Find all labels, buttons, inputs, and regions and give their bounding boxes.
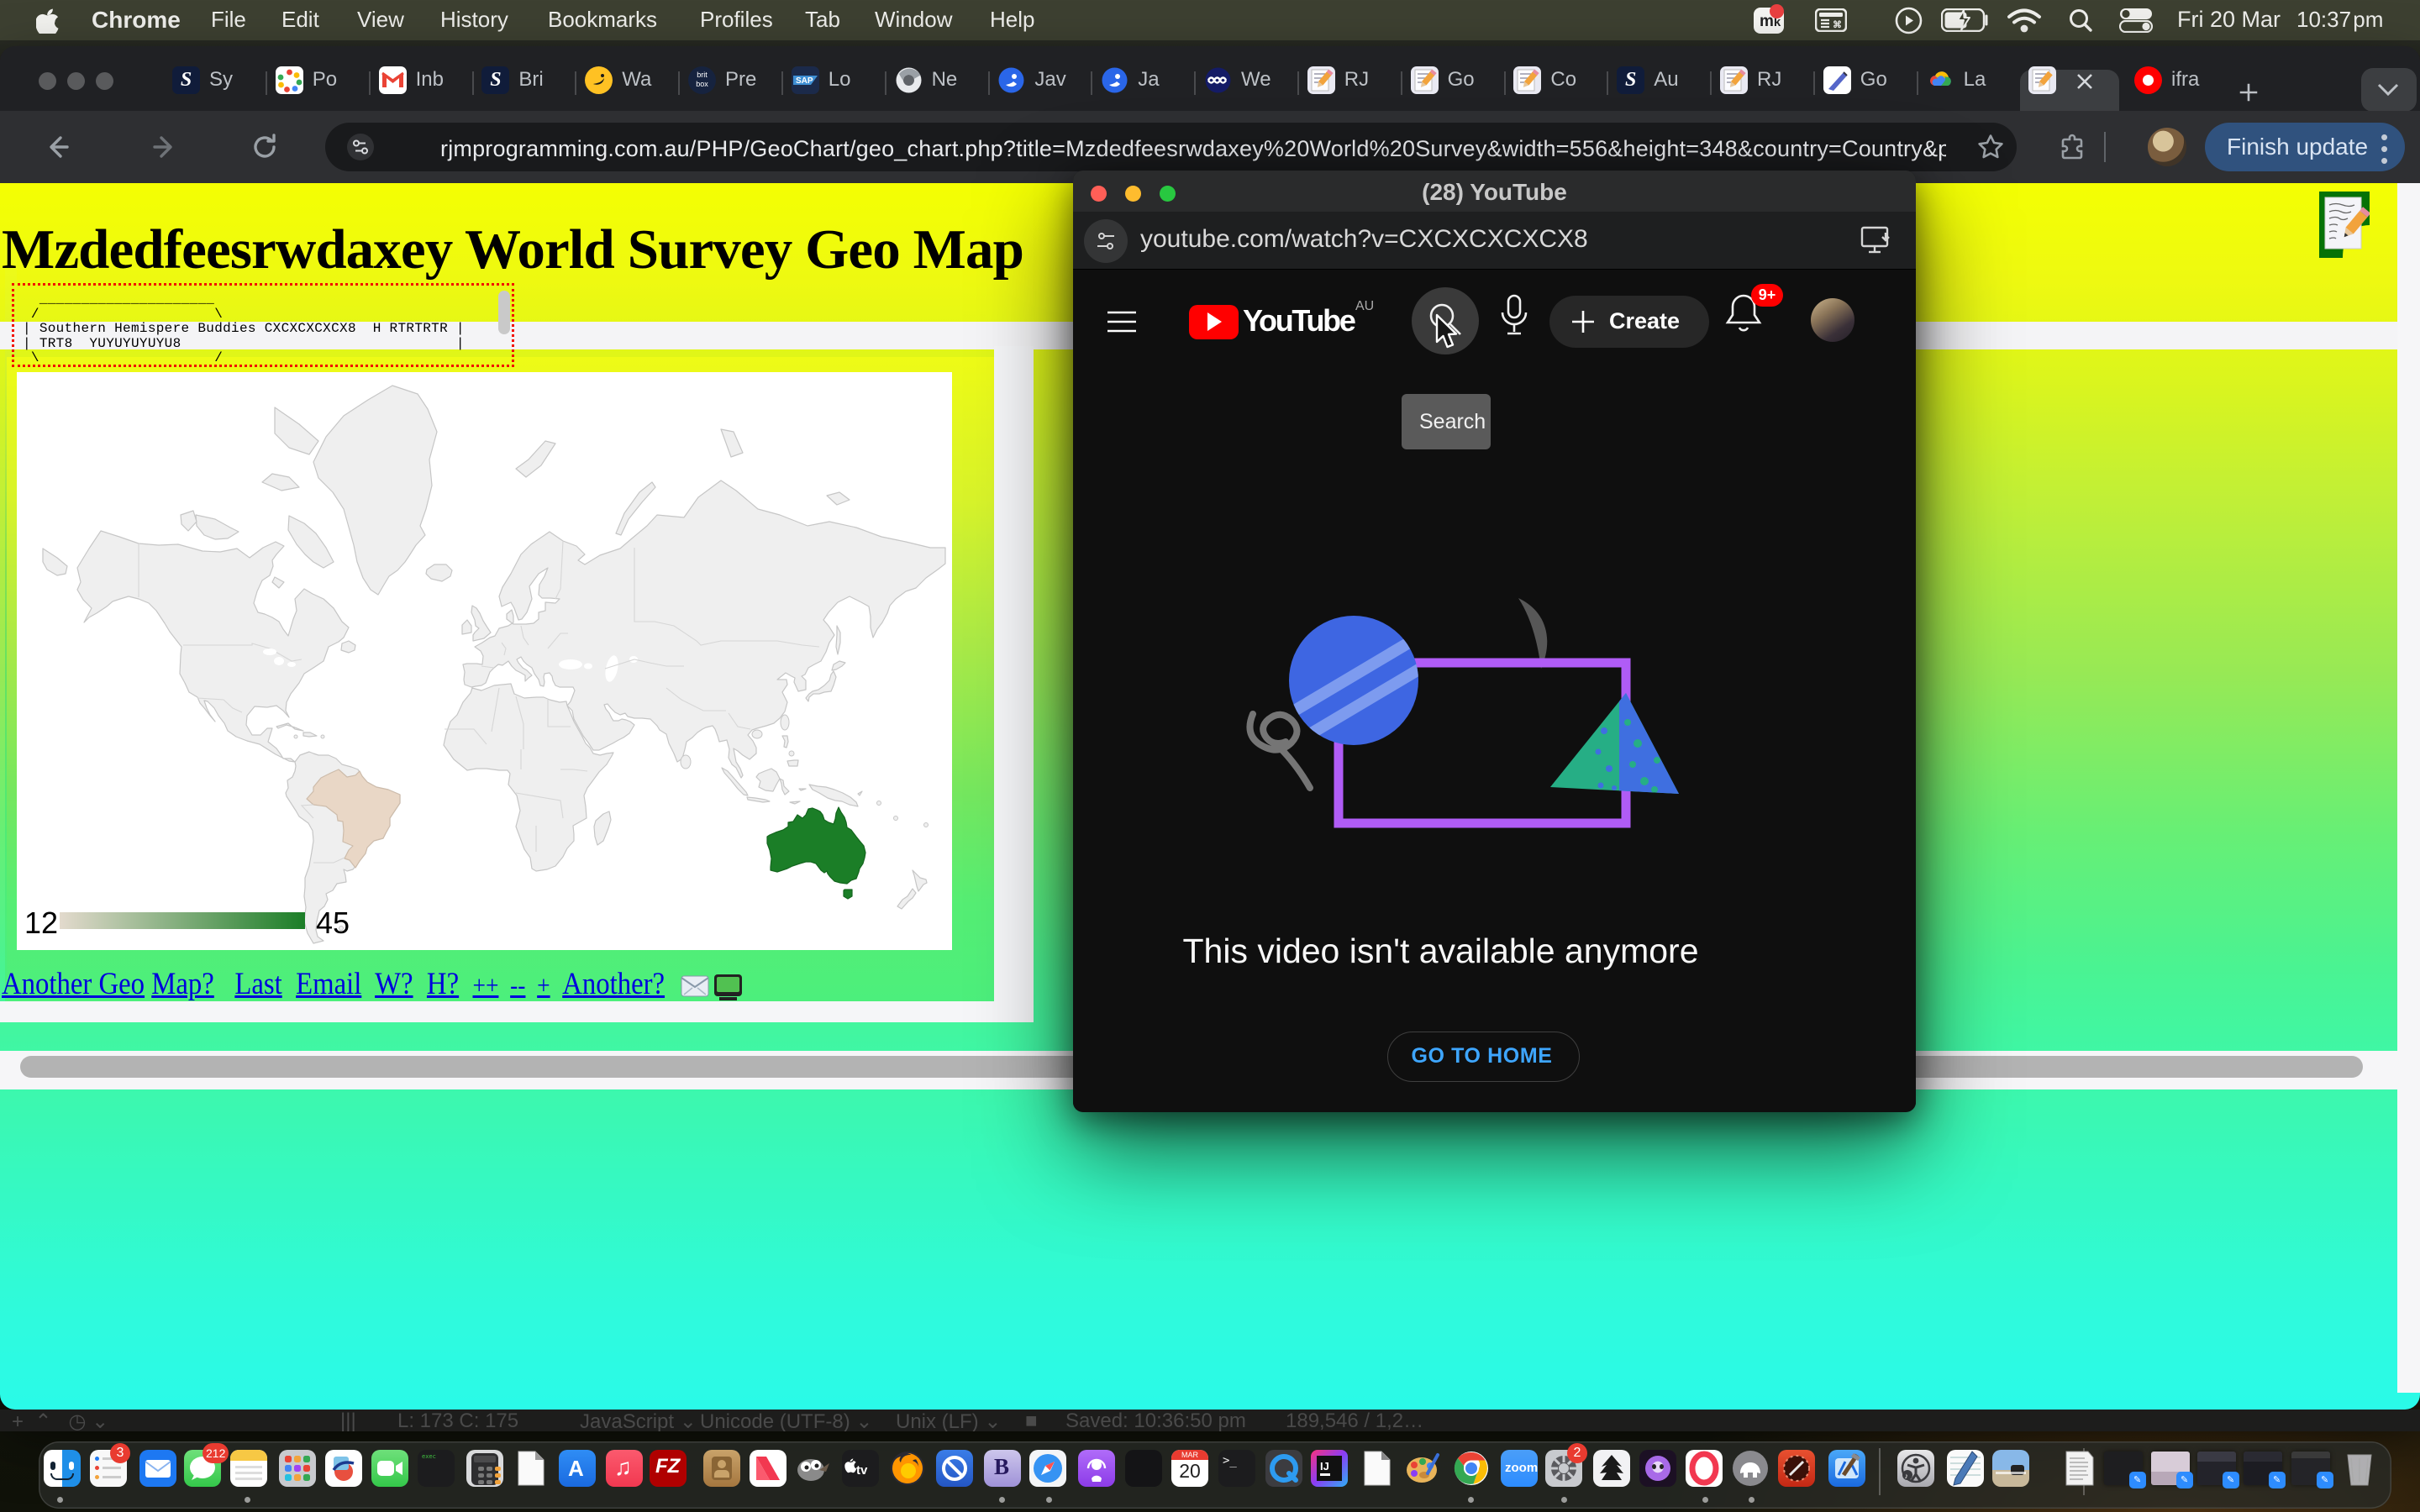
svg-text:12: 12	[24, 906, 58, 940]
svg-text:45: 45	[316, 906, 350, 940]
svg-text:♪: ♪	[1905, 1472, 1909, 1480]
svg-text:IJ: IJ	[1320, 1460, 1329, 1473]
svg-text:tv: tv	[856, 1463, 868, 1478]
svg-text:⌘: ⌘	[1833, 20, 1842, 30]
svg-text:SAP: SAP	[796, 76, 813, 86]
